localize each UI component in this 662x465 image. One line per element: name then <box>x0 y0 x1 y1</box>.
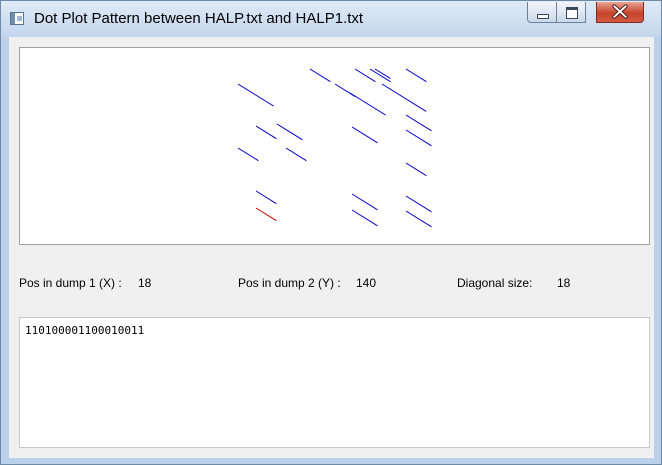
sequence-output-text: 110100001100010011 <box>25 324 145 337</box>
diagonal-segment[interactable] <box>405 129 432 147</box>
diagonal-segment[interactable] <box>405 68 427 83</box>
diagonal-segment[interactable] <box>237 147 259 162</box>
diagonal-segment[interactable] <box>405 195 432 213</box>
diagonal-segment[interactable] <box>237 83 274 107</box>
diagonal-segment[interactable] <box>255 190 277 205</box>
close-icon <box>612 4 628 19</box>
diagonal-segment[interactable] <box>405 114 432 132</box>
diagonal-segment[interactable] <box>255 125 277 140</box>
title-bar[interactable]: Dot Plot Pattern between HALP.txt and HA… <box>1 1 661 37</box>
app-window-icon[interactable] <box>10 12 24 25</box>
close-button[interactable] <box>596 2 644 23</box>
diagonal-segment[interactable] <box>309 68 331 83</box>
selected-diagonal-segment[interactable] <box>255 207 277 222</box>
diagonal-segment[interactable] <box>405 210 432 228</box>
diagonal-segment[interactable] <box>351 126 378 144</box>
pos-y-label: Pos in dump 2 (Y) : <box>238 276 341 290</box>
diagonal-segment[interactable] <box>351 193 378 211</box>
diagonal-segment[interactable] <box>381 83 427 112</box>
diagonal-segment[interactable] <box>405 162 427 177</box>
client-area: Pos in dump 1 (X) : 18 Pos in dump 2 (Y)… <box>9 37 654 458</box>
diagonal-size-value: 18 <box>557 276 571 290</box>
pos-x-value: 18 <box>138 276 152 290</box>
window-title: Dot Plot Pattern between HALP.txt and HA… <box>34 10 364 27</box>
diagonal-segment[interactable] <box>349 92 386 116</box>
dot-plot-canvas[interactable] <box>19 47 650 245</box>
pos-x-label: Pos in dump 1 (X) : <box>19 276 122 290</box>
diagonal-size-label: Diagonal size: <box>457 276 533 290</box>
diagonal-segment[interactable] <box>351 209 378 227</box>
diagonal-segment[interactable] <box>285 147 307 162</box>
maximize-icon <box>566 7 578 19</box>
pos-y-value: 140 <box>356 276 377 290</box>
minimize-button[interactable] <box>527 2 557 23</box>
diagonal-segment[interactable] <box>276 123 303 141</box>
sequence-output-box[interactable]: 110100001100010011 <box>19 317 650 448</box>
app-window: Dot Plot Pattern between HALP.txt and HA… <box>0 0 662 465</box>
maximize-button[interactable] <box>557 2 586 23</box>
dot-plot-svg <box>237 68 432 228</box>
minimize-icon <box>537 14 549 19</box>
